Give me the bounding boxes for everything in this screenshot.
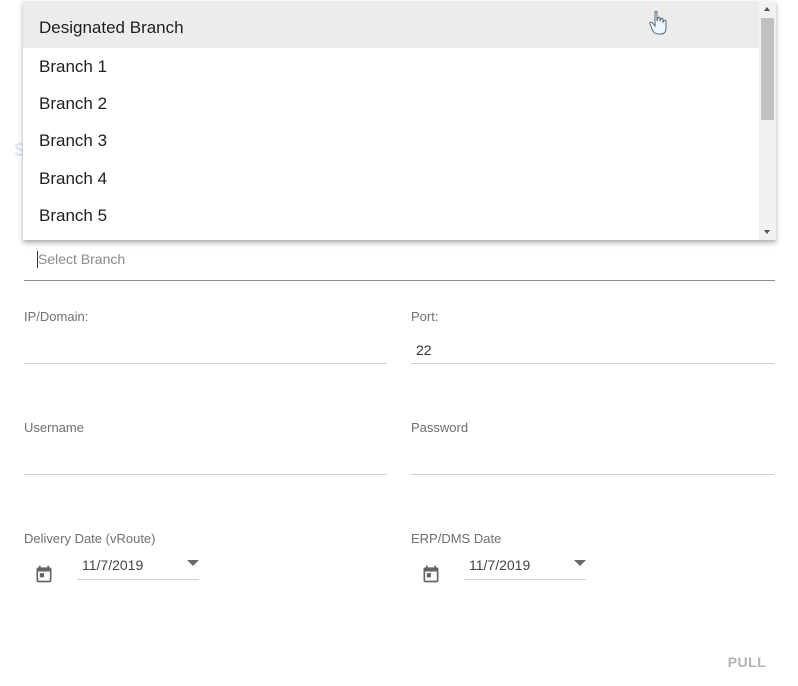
username-field: Username bbox=[24, 420, 387, 476]
username-label: Username bbox=[24, 420, 84, 435]
delivery-date-value: 11/7/2019 bbox=[82, 557, 144, 573]
ip-domain-input[interactable] bbox=[24, 333, 387, 364]
port-value: 22 bbox=[416, 342, 432, 358]
ip-domain-field: IP/Domain: bbox=[24, 309, 387, 365]
port-field: Port: 22 bbox=[411, 309, 774, 365]
erp-date-value: 11/7/2019 bbox=[469, 557, 531, 573]
dropdown-scrollbar[interactable] bbox=[759, 1, 776, 240]
calendar-icon[interactable] bbox=[421, 564, 441, 584]
branch-dropdown-menu: Designated Branch Branch 1 Branch 2 Bran… bbox=[23, 1, 776, 240]
chevron-down-icon bbox=[187, 560, 199, 566]
erp-date-picker: ERP/DMS Date 11/7/2019 bbox=[411, 531, 591, 591]
branch-option-4[interactable]: Branch 4 bbox=[23, 160, 759, 197]
branch-option-5[interactable]: Branch 5 bbox=[23, 197, 759, 234]
pull-button[interactable]: PULL bbox=[716, 648, 778, 676]
scroll-up-arrow-icon[interactable] bbox=[764, 7, 770, 11]
branch-pull-form: S Select Branch IP/Domain: Port: 22 User… bbox=[0, 0, 798, 686]
erp-date-select[interactable]: 11/7/2019 bbox=[464, 553, 586, 580]
erp-date-label: ERP/DMS Date bbox=[411, 531, 502, 546]
port-input[interactable]: 22 bbox=[411, 333, 774, 364]
chevron-down-icon bbox=[574, 560, 586, 566]
branch-option-3[interactable]: Branch 3 bbox=[23, 122, 759, 159]
scroll-down-arrow-icon[interactable] bbox=[764, 230, 770, 234]
branch-select-placeholder: Select Branch bbox=[38, 251, 126, 267]
branch-option-2[interactable]: Branch 2 bbox=[23, 85, 759, 122]
branch-options-list: Designated Branch Branch 1 Branch 2 Bran… bbox=[23, 1, 759, 234]
calendar-icon[interactable] bbox=[34, 564, 54, 584]
scrollbar-thumb[interactable] bbox=[761, 18, 774, 120]
delivery-date-select[interactable]: 11/7/2019 bbox=[77, 553, 199, 580]
delivery-date-picker: Delivery Date (vRoute) 11/7/2019 bbox=[24, 531, 204, 591]
password-field: Password bbox=[411, 420, 774, 476]
branch-option-1[interactable]: Branch 1 bbox=[23, 48, 759, 85]
password-label: Password bbox=[411, 420, 469, 435]
branch-option-designated[interactable]: Designated Branch bbox=[23, 1, 759, 48]
delivery-date-label: Delivery Date (vRoute) bbox=[24, 531, 156, 546]
password-input[interactable] bbox=[411, 444, 774, 475]
branch-select-input[interactable]: Select Branch bbox=[24, 240, 775, 281]
ip-domain-label: IP/Domain: bbox=[24, 309, 89, 324]
username-input[interactable] bbox=[24, 444, 387, 475]
port-label: Port: bbox=[411, 309, 439, 324]
